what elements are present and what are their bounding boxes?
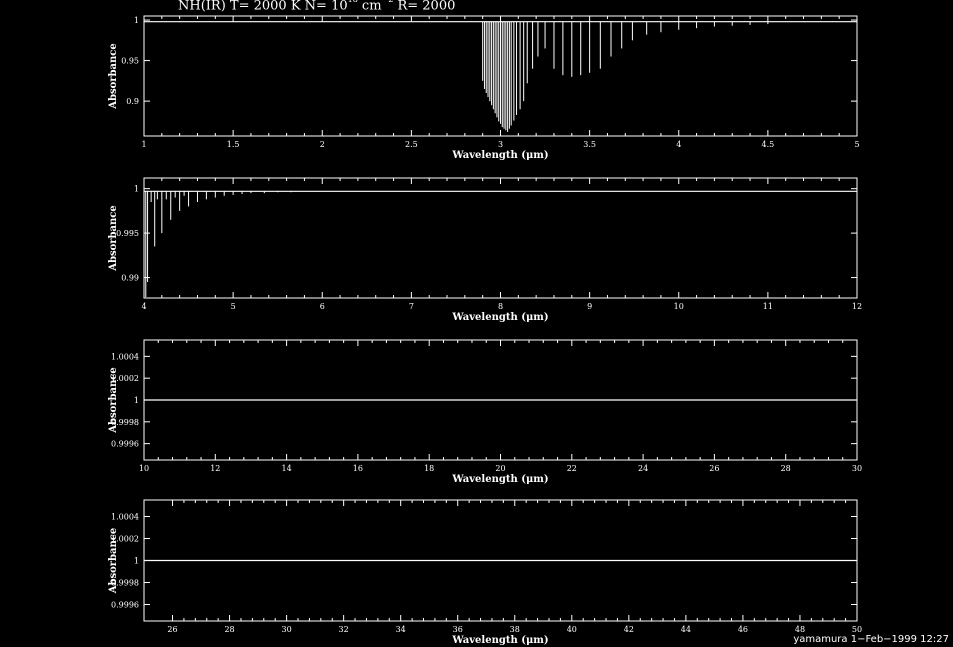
x-tick-label: 50 [852,625,862,634]
x-tick-label: 20 [495,464,505,473]
x-tick-label: 16 [353,464,363,473]
x-tick-label: 24 [638,464,648,473]
x-tick-label: 44 [681,625,691,634]
x-tick-label: 14 [282,464,292,473]
x-tick-label: 4 [141,302,146,311]
x-tick-label: 22 [567,464,577,473]
footer-stamp: yamamura 1−Feb−1999 12:27 [793,634,949,645]
x-tick-label: 28 [224,625,234,634]
y-axis-label: Absorbance [108,528,119,595]
y-tick-label: 0.9 [126,97,139,106]
x-tick-label: 36 [453,625,463,634]
y-tick-label: 1 [134,185,139,194]
y-tick-label: 1.0004 [111,352,139,361]
x-tick-label: 11 [763,302,773,311]
panel-2: 4 5 6 7 8 9 10 11 12 0.99 0.995 1 Wavelength (μm) Abs… [108,177,862,323]
y-tick-label: 1 [134,396,139,405]
y-tick-label: 0.95 [121,57,139,66]
y-tick-label: 0.9996 [111,601,139,610]
plot-frame [143,177,858,299]
x-tick-label: 30 [852,464,862,473]
y-tick-label: 0.995 [116,229,139,238]
x-tick-label: 42 [624,625,634,634]
x-tick-label: 12 [852,302,862,311]
y-tick-label: 0.99 [121,274,139,283]
x-tick-label: 5 [231,302,236,311]
x-axis-label: Wavelength (μm) [451,312,548,323]
x-tick-label: 34 [396,625,406,634]
x-tick-label: 6 [320,302,325,311]
x-tick-label: 2.5 [405,140,418,149]
x-tick-label: 38 [510,625,520,634]
x-tick-label: 10 [139,464,149,473]
spectra-figure: 1 1.5 2 2.5 3 3.5 4 4.5 5 0.9 0.95 1 Wavelength (μm)… [108,15,862,646]
x-tick-label: 18 [424,464,434,473]
x-tick-label: 46 [738,625,748,634]
y-tick-label: 1.0004 [111,513,139,522]
x-tick-label: 32 [339,625,349,634]
x-tick-label: 4 [676,140,681,149]
x-tick-label: 2 [320,140,325,149]
x-axis-label: Wavelength (μm) [451,150,548,161]
x-tick-label: 1.5 [227,140,240,149]
x-tick-label: 48 [795,625,805,634]
x-tick-label: 9 [587,302,592,311]
x-tick-label: 8 [498,302,503,311]
x-tick-label: 10 [674,302,684,311]
x-axis-label: Wavelength (μm) [451,635,548,646]
y-axis-label: Absorbance [108,43,119,110]
x-tick-label: 3.5 [583,140,596,149]
x-tick-label: 30 [282,625,292,634]
x-tick-label: 40 [567,625,577,634]
panel-3: 10 12 14 16 18 20 22 24 26 28 300.99960.999811.000… [108,339,862,485]
x-tick-label: 4.5 [762,140,775,149]
y-axis-label: Absorbance [108,205,119,272]
x-tick-label: 12 [210,464,220,473]
x-tick-label: 5 [854,140,859,149]
panel-1: 1 1.5 2 2.5 3 3.5 4 4.5 5 0.9 0.95 1 Wavelength (μm)… [108,15,860,161]
x-tick-label: 7 [409,302,414,311]
x-tick-label: 1 [141,140,146,149]
y-tick-label: 1 [134,557,139,566]
x-tick-label: 26 [709,464,719,473]
y-axis-label: Absorbance [108,367,119,434]
x-tick-label: 3 [498,140,503,149]
x-tick-label: 28 [781,464,791,473]
x-axis-label: Wavelength (μm) [451,474,548,485]
y-tick-label: 1 [134,16,139,25]
y-tick-label: 0.9996 [111,440,139,449]
x-tick-label: 26 [167,625,177,634]
panel-4: 26 28 30 32 34 36 38 40 42 44 46 48 500.99960.999811… [108,499,862,646]
